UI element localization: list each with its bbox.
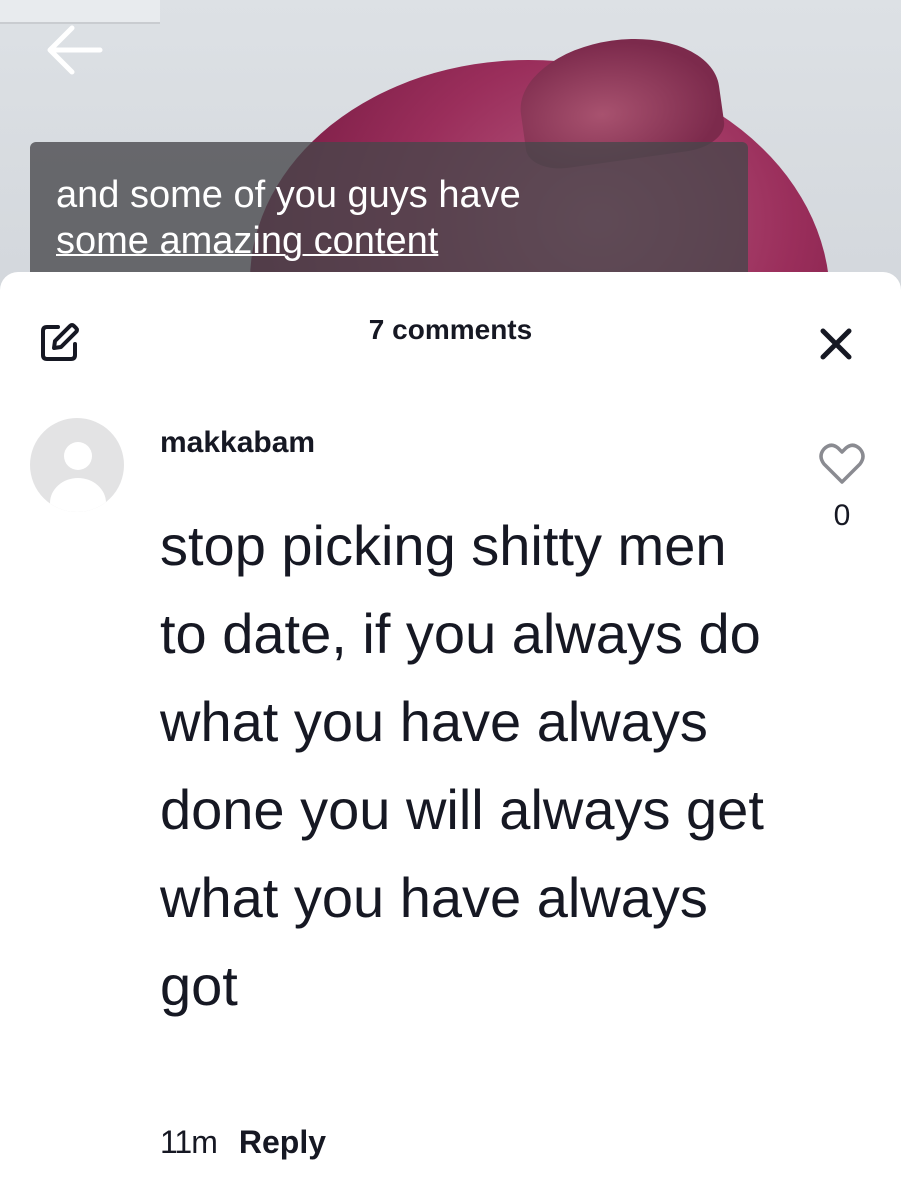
avatar-placeholder-body [50, 478, 106, 512]
comment-timestamp: 11m [160, 1124, 218, 1160]
screen: and some of you guys have some amazing c… [0, 0, 901, 1200]
comment-meta: 11m Reply [160, 1124, 326, 1161]
comments-header: 7 comments [0, 272, 901, 382]
comments-sheet: 7 comments makkabam stop picking shitty … [0, 272, 901, 1200]
comment-username[interactable]: makkabam [160, 426, 315, 460]
caption-line: some amazing content [56, 220, 439, 262]
comment-text: stop picking shitty men to date, if you … [160, 514, 764, 1017]
like-count: 0 [833, 499, 851, 532]
comments-count: 7 comments [368, 314, 533, 345]
avatar[interactable] [30, 418, 124, 512]
close-icon[interactable] [818, 326, 854, 362]
avatar-placeholder-head [64, 442, 92, 470]
back-arrow-icon[interactable] [42, 22, 106, 78]
reply-button[interactable]: Reply [239, 1124, 326, 1160]
video-player[interactable]: and some of you guys have some amazing c… [0, 0, 901, 300]
caption-line: and some of you guys have [56, 174, 521, 216]
video-background-wall [0, 0, 160, 24]
like-group: 0 [814, 442, 870, 533]
video-caption: and some of you guys have some amazing c… [30, 142, 748, 292]
heart-icon[interactable] [818, 442, 866, 486]
